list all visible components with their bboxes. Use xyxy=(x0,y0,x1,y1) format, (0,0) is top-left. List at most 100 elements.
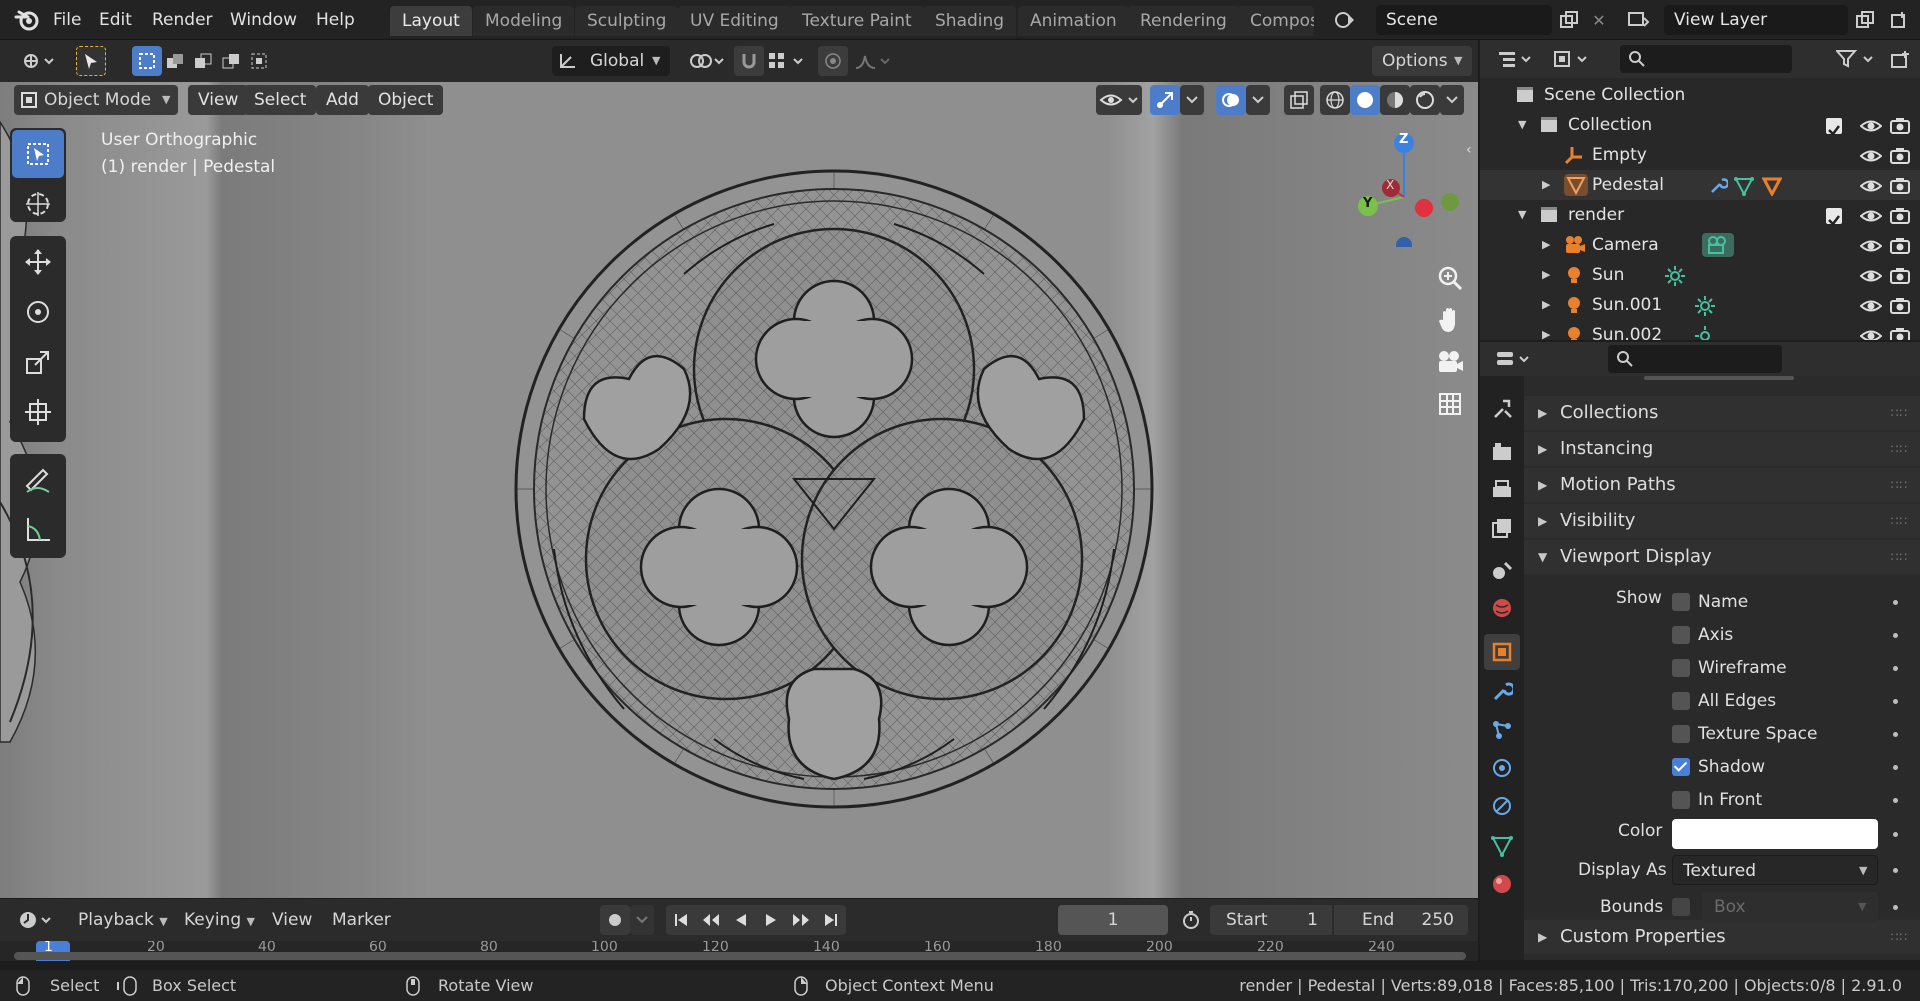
eye-icon[interactable] xyxy=(1860,298,1882,314)
particles-tab-icon[interactable] xyxy=(1484,712,1520,748)
editor-type-icon[interactable] xyxy=(16,46,60,76)
keyframe-dot-icon[interactable] xyxy=(1893,600,1898,605)
tab-uv-editing[interactable]: UV Editing xyxy=(678,6,791,36)
navigation-gizmo[interactable]: Z Y X xyxy=(1340,127,1460,253)
tab-animation[interactable]: Animation xyxy=(1018,6,1129,36)
checkbox-wireframe[interactable]: Wireframe xyxy=(1672,654,1787,682)
disclosure-expanded-icon[interactable]: ▼ xyxy=(1518,200,1526,230)
keyframe-dot-icon[interactable] xyxy=(1893,765,1898,770)
menu-keying[interactable]: Keying ▼ xyxy=(184,905,255,935)
eye-icon[interactable] xyxy=(1860,118,1882,134)
current-frame-field[interactable]: 1 xyxy=(1058,905,1168,935)
overlays-dropdown-icon[interactable] xyxy=(1246,85,1270,115)
physics-tab-icon[interactable] xyxy=(1484,750,1520,786)
mode-dropdown[interactable]: Object Mode ▼ xyxy=(14,85,178,115)
move-tool-icon[interactable] xyxy=(12,238,64,286)
render-tab-icon[interactable] xyxy=(1484,434,1520,470)
sidebar-toggle-icon[interactable]: ‹ xyxy=(1466,142,1478,172)
tab-compositing[interactable]: Compos xyxy=(1238,6,1314,36)
sun-data-icon[interactable] xyxy=(1694,295,1716,317)
solid-shading-icon[interactable] xyxy=(1350,85,1380,115)
next-keyframe-icon[interactable] xyxy=(786,905,816,935)
measure-tool-icon[interactable] xyxy=(12,506,64,554)
play-reverse-icon[interactable] xyxy=(726,905,756,935)
sun-data-icon[interactable] xyxy=(1664,265,1686,287)
overlays-toggle-icon[interactable] xyxy=(1216,85,1246,115)
sun-data-icon[interactable] xyxy=(1694,325,1716,340)
menu-timeline-view[interactable]: View xyxy=(272,905,312,935)
pan-hand-icon[interactable] xyxy=(1430,300,1470,340)
scrollbar[interactable] xyxy=(1644,376,1794,380)
drag-handle-icon[interactable]: ∷∷ xyxy=(1891,540,1908,574)
exclude-checkbox[interactable] xyxy=(1826,118,1842,136)
tab-shading[interactable]: Shading xyxy=(923,6,1017,36)
object-tab-icon[interactable] xyxy=(1484,634,1520,670)
checkbox-in-front[interactable]: In Front xyxy=(1672,786,1762,814)
render-camera-icon[interactable] xyxy=(1890,238,1910,254)
checkbox-box[interactable] xyxy=(1672,758,1690,776)
select-mode-invert-icon[interactable] xyxy=(216,46,246,76)
checkbox-box[interactable] xyxy=(1672,725,1690,743)
prev-keyframe-icon[interactable] xyxy=(696,905,726,935)
delete-scene-icon[interactable]: ✕ xyxy=(1584,5,1614,35)
keyframe-dot-icon[interactable] xyxy=(1893,832,1898,837)
constraints-tab-icon[interactable] xyxy=(1484,788,1520,824)
tab-modeling[interactable]: Modeling xyxy=(473,6,575,36)
keyframe-dot-icon[interactable] xyxy=(1893,905,1898,910)
render-camera-icon[interactable] xyxy=(1890,148,1910,164)
cursor-tool-icon[interactable] xyxy=(12,180,64,228)
proportional-falloff-icon[interactable] xyxy=(852,46,896,76)
checkbox-box[interactable] xyxy=(1672,659,1690,677)
menu-marker[interactable]: Marker xyxy=(332,905,391,935)
view-layer-tab-icon[interactable] xyxy=(1484,510,1520,546)
modifier-wrench-icon[interactable] xyxy=(1708,176,1728,196)
render-camera-icon[interactable] xyxy=(1890,118,1910,134)
bounds-dropdown[interactable]: Box ▼ xyxy=(1702,892,1878,922)
checkbox-box[interactable] xyxy=(1672,692,1690,710)
play-icon[interactable] xyxy=(756,905,786,935)
start-frame-field[interactable]: Start 1 xyxy=(1210,905,1332,935)
view-layer-field[interactable]: View Layer xyxy=(1664,5,1848,35)
annotate-tool-icon[interactable] xyxy=(12,456,64,504)
menu-edit[interactable]: Edit xyxy=(99,0,132,40)
exclude-checkbox[interactable] xyxy=(1826,208,1842,226)
end-frame-field[interactable]: End 250 xyxy=(1334,905,1468,935)
auto-keying-icon[interactable] xyxy=(600,905,630,935)
tab-layout[interactable]: Layout xyxy=(390,6,472,36)
outliner-search-input[interactable] xyxy=(1620,45,1792,73)
drag-handle-icon[interactable]: ∷∷ xyxy=(1891,468,1908,502)
3d-viewport[interactable]: User Orthographic (1) render | Pedestal … xyxy=(0,82,1478,898)
properties-editor-type-icon[interactable] xyxy=(1492,344,1536,374)
tab-sculpting[interactable]: Sculpting xyxy=(575,6,679,36)
jump-start-icon[interactable] xyxy=(666,905,696,935)
properties-search-input[interactable] xyxy=(1608,345,1782,373)
material-icon[interactable] xyxy=(1762,176,1782,196)
render-camera-icon[interactable] xyxy=(1890,268,1910,284)
checkbox-name[interactable]: Name xyxy=(1672,588,1748,616)
keyframe-dot-icon[interactable] xyxy=(1893,732,1898,737)
camera-data-icon[interactable] xyxy=(1702,233,1734,257)
menu-render[interactable]: Render xyxy=(152,0,213,40)
section-collections[interactable]: ▶ Collections ∷∷ xyxy=(1524,396,1920,430)
scene-field[interactable]: Scene xyxy=(1376,5,1552,35)
remove-view-layer-icon[interactable] xyxy=(1884,5,1914,35)
display-mode-icon[interactable] xyxy=(1550,44,1594,74)
select-tool-icon[interactable] xyxy=(76,46,106,76)
checkbox-all-edges[interactable]: All Edges xyxy=(1672,687,1776,715)
options-dropdown[interactable]: Options ▼ xyxy=(1372,46,1472,76)
keyframe-dot-icon[interactable] xyxy=(1893,798,1898,803)
section-instancing[interactable]: ▶ Instancing ∷∷ xyxy=(1524,432,1920,466)
select-mode-new-icon[interactable] xyxy=(132,46,162,76)
menu-help[interactable]: Help xyxy=(316,0,355,40)
tab-rendering[interactable]: Rendering xyxy=(1128,6,1239,36)
object-data-tab-icon[interactable] xyxy=(1484,828,1520,864)
display-as-dropdown[interactable]: Textured ▼ xyxy=(1672,855,1878,885)
view-layer-browse-icon[interactable] xyxy=(1624,5,1654,35)
jump-end-icon[interactable] xyxy=(816,905,846,935)
timeline-scrollbar[interactable] xyxy=(14,952,1466,960)
snap-element-icon[interactable] xyxy=(764,46,810,76)
select-mode-extend-icon[interactable] xyxy=(160,46,190,76)
tab-texture-paint[interactable]: Texture Paint xyxy=(790,6,924,36)
render-camera-icon[interactable] xyxy=(1890,208,1910,224)
render-camera-icon[interactable] xyxy=(1890,328,1910,340)
